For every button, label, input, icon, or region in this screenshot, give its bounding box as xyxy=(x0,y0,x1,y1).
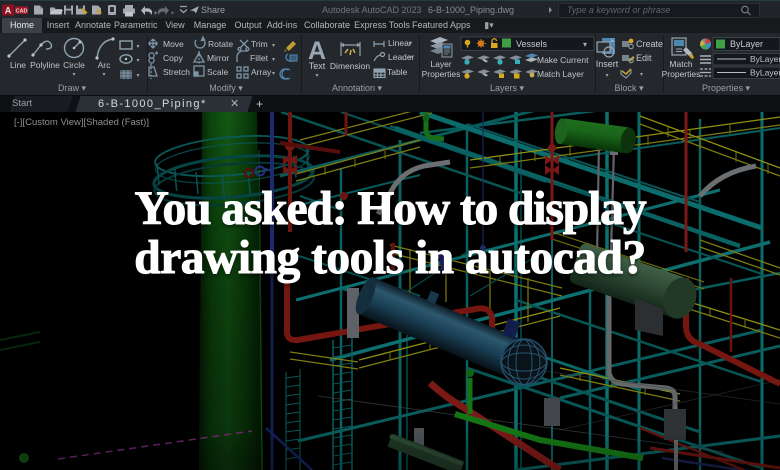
svg-text:Arc: Arc xyxy=(98,60,112,70)
svg-text:▾: ▾ xyxy=(136,44,139,50)
svg-text:ByLayer: ByLayer xyxy=(730,39,763,49)
svg-text:▾: ▾ xyxy=(272,57,275,63)
svg-text:Create: Create xyxy=(636,39,663,49)
svg-text:▾: ▾ xyxy=(315,73,318,79)
svg-text:Match: Match xyxy=(669,59,692,69)
svg-text:Move: Move xyxy=(163,39,184,49)
svg-text:▾: ▾ xyxy=(605,73,608,79)
svg-text:Insert: Insert xyxy=(596,59,619,69)
svg-text:▾: ▾ xyxy=(136,73,139,79)
svg-text:▾: ▾ xyxy=(272,71,275,77)
svg-text:Share: Share xyxy=(201,5,225,15)
svg-text:Polyline: Polyline xyxy=(30,60,60,70)
svg-text:Edit: Edit xyxy=(636,53,652,63)
svg-text:Make Current: Make Current xyxy=(537,55,589,65)
svg-text:A: A xyxy=(5,6,12,16)
svg-text:▾: ▾ xyxy=(409,55,412,61)
svg-text:Layer: Layer xyxy=(430,59,451,69)
svg-text:Stretch: Stretch xyxy=(163,67,190,77)
svg-text:▾: ▾ xyxy=(136,58,139,64)
svg-text:▾: ▾ xyxy=(72,72,75,78)
svg-text:ByLayer: ByLayer xyxy=(750,54,780,64)
svg-text:Properties: Properties xyxy=(662,69,701,79)
svg-text:Rotate: Rotate xyxy=(208,39,233,49)
svg-text:Circle: Circle xyxy=(63,60,85,70)
svg-text:Scale: Scale xyxy=(207,67,229,77)
svg-text:Trim: Trim xyxy=(251,39,268,49)
svg-text:ByLayer: ByLayer xyxy=(750,68,780,78)
svg-text:Text: Text xyxy=(309,61,326,71)
svg-text:Array: Array xyxy=(251,67,272,77)
svg-text:Line: Line xyxy=(10,60,26,70)
svg-text:Mirror: Mirror xyxy=(207,53,229,63)
svg-text:▾: ▾ xyxy=(272,43,275,49)
svg-text:▾: ▾ xyxy=(409,41,412,47)
svg-text:▾: ▾ xyxy=(102,72,105,78)
svg-text:Copy: Copy xyxy=(163,53,184,63)
svg-text:Fillet: Fillet xyxy=(250,53,269,63)
svg-text:Vessels: Vessels xyxy=(516,39,548,49)
svg-text:Match Layer: Match Layer xyxy=(537,69,584,79)
svg-text:▾: ▾ xyxy=(583,40,587,49)
svg-text:Properties: Properties xyxy=(422,69,461,79)
svg-text:CAD: CAD xyxy=(16,9,28,15)
svg-text:▾: ▾ xyxy=(640,72,643,78)
svg-text:[-][Custom View][Shaded (Fast): [-][Custom View][Shaded (Fast)] xyxy=(14,117,149,128)
svg-text:Dimension: Dimension xyxy=(330,61,370,71)
svg-text:Table: Table xyxy=(387,67,408,77)
